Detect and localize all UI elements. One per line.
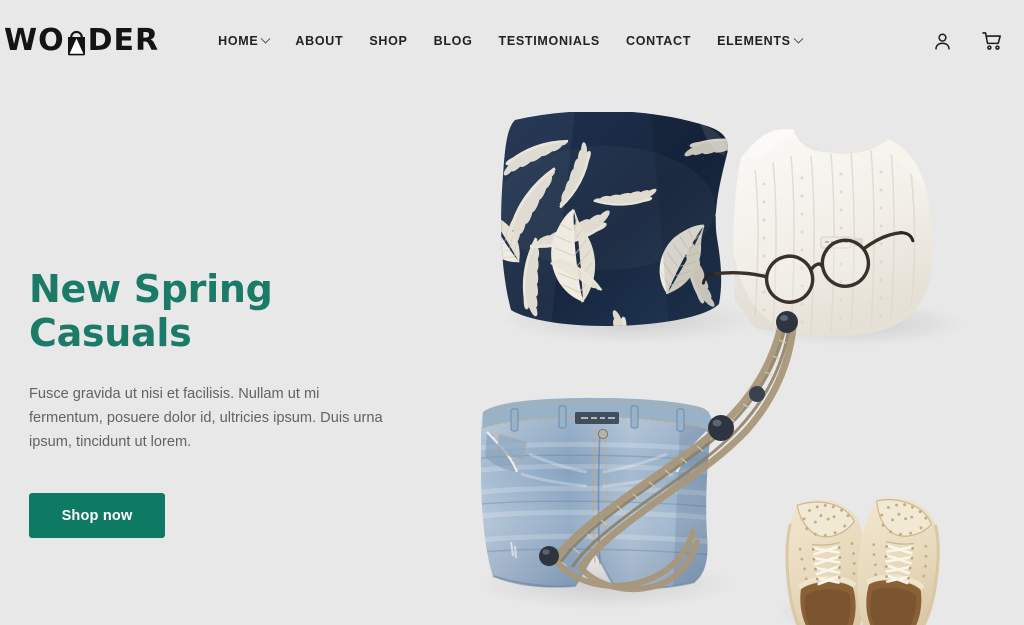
nav-label: ELEMENTS: [717, 34, 791, 48]
nav-label: ABOUT: [295, 34, 344, 48]
nav-label: BLOG: [433, 34, 473, 48]
nav-item-elements[interactable]: ELEMENTS: [704, 28, 815, 54]
header-actions: [932, 30, 1010, 52]
account-icon[interactable]: [932, 31, 953, 52]
hero-section: New Spring Casuals Fusce gravida ut nisi…: [0, 92, 1024, 625]
nav-item-blog[interactable]: BLOG: [421, 28, 486, 54]
logo-text-before: WO: [4, 23, 65, 58]
nav-item-testimonials[interactable]: TESTIMONIALS: [486, 28, 613, 54]
hero-subtitle: Fusce gravida ut nisi et facilisis. Null…: [29, 386, 383, 450]
chevron-down-icon: [793, 33, 804, 44]
nav-label: TESTIMONIALS: [498, 34, 600, 48]
nav-label: SHOP: [369, 34, 408, 48]
nav-item-contact[interactable]: CONTACT: [613, 28, 704, 54]
hero-copy: New Spring Casuals Fusce gravida ut nisi…: [29, 267, 401, 539]
nav-item-home[interactable]: HOME: [205, 28, 282, 54]
main-navigation: HOME ABOUT SHOP BLOG TESTIMONIALS CONTAC…: [205, 28, 815, 54]
chevron-down-icon: [260, 33, 271, 44]
shopping-bag-icon: [65, 26, 88, 56]
nav-label: HOME: [218, 34, 259, 48]
nav-item-shop[interactable]: SHOP: [356, 28, 420, 54]
nav-label: CONTACT: [625, 34, 692, 48]
shop-now-button[interactable]: Shop now: [29, 493, 165, 539]
page-title: New Spring Casuals: [29, 267, 273, 355]
brand-logo[interactable]: WO DER: [4, 26, 159, 56]
denim-brand-patch: [575, 412, 619, 424]
site-header: WO DER HOME ABOUT SHOP BLOG TESTIMONIALS…: [0, 0, 1024, 92]
nav-item-about[interactable]: ABOUT: [282, 28, 356, 54]
logo-text-after: DER: [87, 23, 160, 58]
cream-brogue-shoes: [785, 497, 940, 625]
cart-icon[interactable]: [981, 30, 1004, 52]
spring-casuals-flatlay: [455, 112, 1015, 625]
